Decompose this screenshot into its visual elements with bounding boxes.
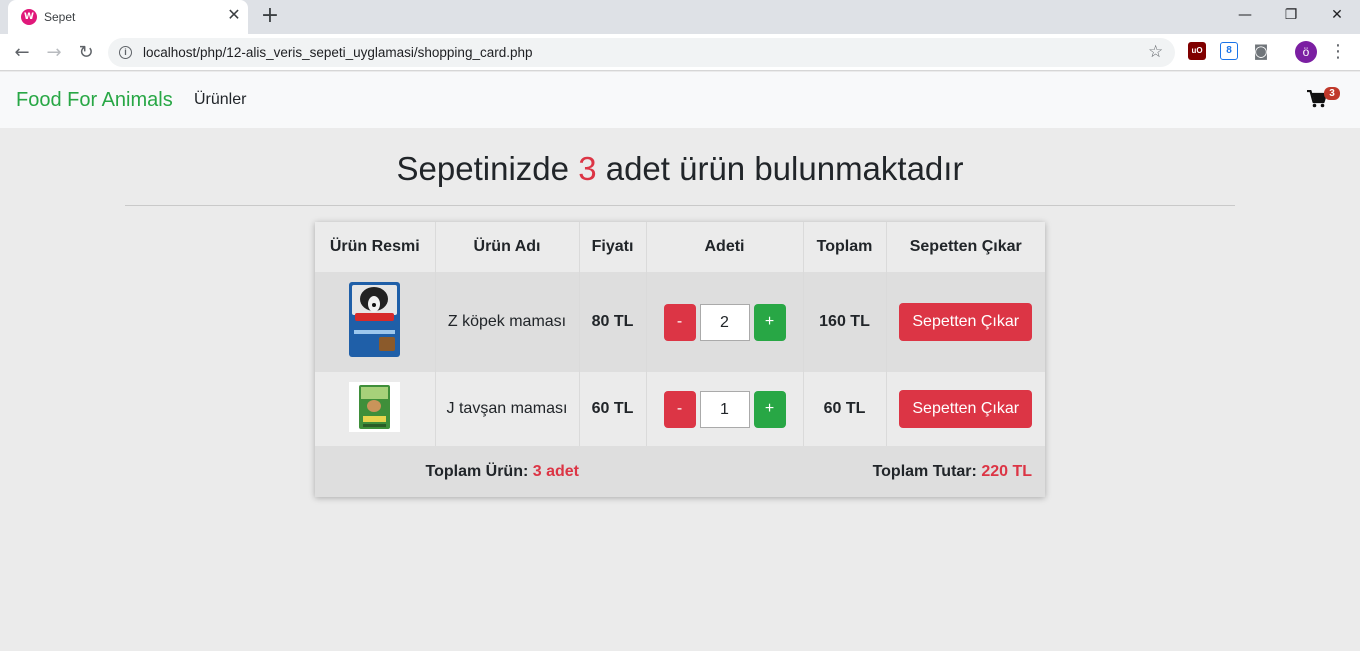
header-image: Ürün Resmi — [315, 222, 435, 272]
increase-quantity-button[interactable]: + — [753, 390, 786, 428]
table-header-row: Ürün Resmi Ürün Adı Fiyatı Adeti Toplam … — [315, 222, 1045, 272]
table-row: Z köpek maması 80 TL - 2 + 160 TL Sepett… — [315, 272, 1045, 372]
remove-from-cart-button[interactable]: Sepetten Çıkar — [899, 303, 1033, 341]
nav-link-products[interactable]: Ürünler — [194, 91, 246, 109]
url-text[interactable]: localhost/php/12-alis_veris_sepeti_uygla… — [143, 45, 533, 60]
table-row: J tavşan maması 60 TL - 1 + 60 TL Sepett… — [315, 372, 1045, 446]
total-items-value: 3 adet — [532, 462, 579, 480]
table-footer-row: Toplam Ürün: 3 adet Toplam Tutar: 220 TL — [315, 446, 1045, 497]
back-arrow-icon[interactable]: ← — [9, 40, 35, 66]
window-minimize-button[interactable]: — — [1222, 0, 1268, 30]
page-title-count: 3 — [578, 150, 597, 187]
header-remove: Sepetten Çıkar — [885, 222, 1045, 272]
reload-icon[interactable]: ↻ — [73, 40, 99, 66]
site-navbar: Food For Animals Ürünler 3 — [0, 72, 1360, 128]
quantity-input[interactable]: 2 — [699, 303, 750, 341]
remove-cell: Sepetten Çıkar — [885, 272, 1045, 372]
quantity-stepper: - 1 + — [647, 390, 803, 428]
ublock-extension-icon[interactable]: uO — [1188, 42, 1206, 60]
header-total: Toplam — [802, 222, 886, 272]
site-favicon-icon: W — [21, 9, 37, 25]
window-close-button[interactable]: ✕ — [1314, 0, 1360, 30]
decrease-quantity-button[interactable]: - — [663, 390, 696, 428]
header-price: Fiyatı — [578, 222, 646, 272]
total-amount-label: Toplam Tutar: — [872, 462, 977, 480]
row-total: 160 TL — [802, 272, 886, 372]
address-bar[interactable]: i localhost/php/12-alis_veris_sepeti_uyg… — [108, 38, 1175, 67]
browser-tab[interactable]: W Sepet ✕ — [8, 0, 248, 34]
new-tab-button[interactable]: + — [259, 5, 281, 27]
product-image-cell — [315, 372, 435, 446]
quantity-stepper: - 2 + — [647, 303, 803, 341]
forward-arrow-icon[interactable]: → — [41, 40, 67, 66]
total-amount-cell: Toplam Tutar: 220 TL — [579, 446, 1045, 497]
page-title-prefix: Sepetinizde — [396, 150, 579, 187]
total-items-label: Toplam Ürün: — [425, 462, 529, 480]
page-title-suffix: adet ürün bulunmaktadır — [596, 150, 964, 187]
browser-menu-icon[interactable]: ⋮ — [1328, 40, 1348, 64]
row-total: 60 TL — [802, 372, 886, 446]
extension-icon[interactable]: 8 — [1220, 42, 1238, 60]
product-name: Z köpek maması — [434, 272, 579, 372]
window-maximize-button[interactable]: ❐ — [1268, 0, 1314, 30]
total-items-cell: Toplam Ürün: 3 adet — [315, 446, 579, 497]
cart-card: Ürün Resmi Ürün Adı Fiyatı Adeti Toplam … — [315, 222, 1045, 497]
brand-link[interactable]: Food For Animals — [16, 89, 173, 112]
quantity-input[interactable]: 1 — [699, 390, 750, 428]
tab-title: Sepet — [44, 10, 76, 24]
bookmark-star-icon[interactable]: ☆ — [1148, 42, 1163, 62]
info-icon[interactable]: i — [119, 46, 132, 59]
remove-cell: Sepetten Çıkar — [885, 372, 1045, 446]
header-name: Ürün Adı — [434, 222, 579, 272]
cart-button[interactable]: 3 — [1306, 87, 1346, 113]
browser-toolbar: ← → ↻ i localhost/php/12-alis_veris_sepe… — [0, 34, 1360, 71]
cart-table: Ürün Resmi Ürün Adı Fiyatı Adeti Toplam … — [315, 222, 1045, 497]
product-price: 80 TL — [578, 272, 646, 372]
remove-from-cart-button[interactable]: Sepetten Çıkar — [899, 390, 1033, 428]
quantity-cell: - 1 + — [645, 372, 803, 446]
camera-extension-icon[interactable]: ◙ — [1252, 42, 1270, 60]
divider — [125, 205, 1235, 206]
header-quantity: Adeti — [645, 222, 803, 272]
profile-avatar[interactable]: ö — [1295, 41, 1317, 63]
tab-close-icon[interactable]: ✕ — [225, 7, 243, 25]
increase-quantity-button[interactable]: + — [753, 303, 786, 341]
dog-food-product-image — [349, 282, 401, 357]
product-name: J tavşan maması — [434, 372, 579, 446]
cart-count-badge: 3 — [1324, 87, 1340, 100]
page-title: Sepetinizde 3 adet ürün bulunmaktadır — [0, 150, 1360, 188]
product-price: 60 TL — [578, 372, 646, 446]
product-image-cell — [315, 272, 435, 372]
decrease-quantity-button[interactable]: - — [663, 303, 696, 341]
browser-tabstrip: W Sepet ✕ + — ❐ ✕ — [0, 0, 1360, 34]
quantity-cell: - 2 + — [645, 272, 803, 372]
rabbit-food-product-image — [349, 381, 401, 432]
total-amount-value: 220 TL — [981, 462, 1032, 480]
